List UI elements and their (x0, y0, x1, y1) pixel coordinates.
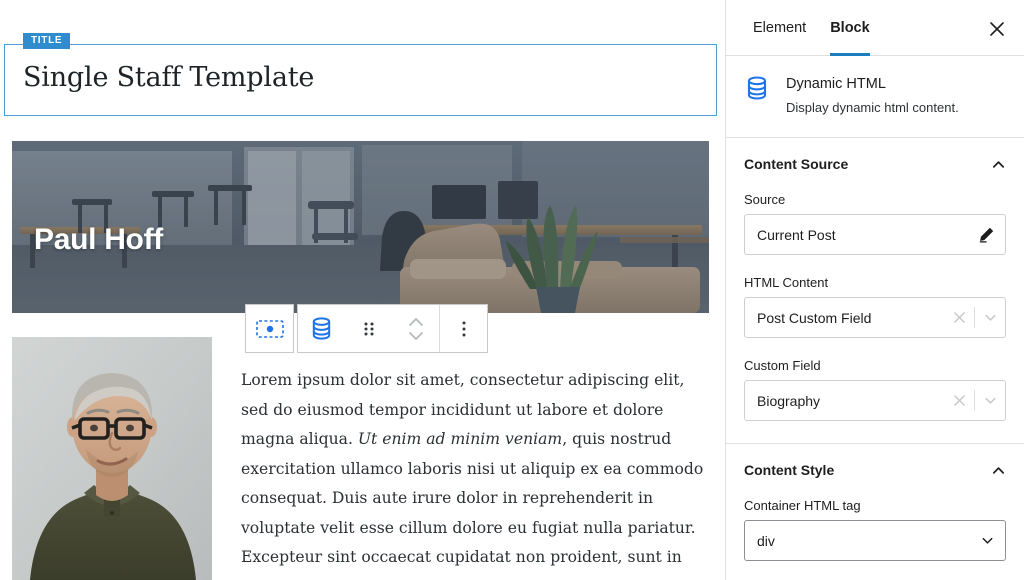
tab-element[interactable]: Element (741, 0, 818, 56)
body-paragraph[interactable]: Lorem ipsum dolor sit amet, consectetur … (241, 366, 713, 580)
toolbar-group-block (297, 304, 488, 353)
close-icon[interactable] (944, 381, 974, 420)
editor-screen: TITLE Single Staff Template Paul Hoff Lo… (0, 0, 1024, 580)
toolbar-group-parent (245, 304, 294, 353)
panel-content-style-body: Container HTML tag div (726, 498, 1024, 580)
container-html-tag-select[interactable]: div (744, 520, 1006, 561)
source-value: Current Post (757, 226, 836, 243)
field-source: Source Current Post (744, 192, 1006, 255)
panel-content-source: Content Source Source Current Post HTML … (726, 138, 1024, 444)
panel-content-source-body: Source Current Post HTML Content Post Cu… (726, 192, 1024, 443)
panel-title: Content Style (744, 462, 835, 478)
chevron-down-icon[interactable] (975, 381, 1005, 420)
body-italic: Ut enim ad minim veniam (357, 430, 563, 448)
editor-canvas: TITLE Single Staff Template Paul Hoff Lo… (0, 0, 725, 580)
field-custom-field: Custom Field Biography (744, 358, 1006, 421)
settings-sidebar: Element Block Dynamic HTML Display dynam… (725, 0, 1024, 580)
field-container-html-tag: Container HTML tag div (744, 498, 1006, 561)
field-custom-field-label: Custom Field (744, 358, 821, 373)
panel-content-style: Content Style Container HTML tag div (726, 444, 1024, 580)
chevron-up-icon[interactable] (991, 463, 1006, 478)
panel-content-style-header[interactable]: Content Style (726, 444, 1024, 496)
panel-content-source-header[interactable]: Content Source (726, 138, 1024, 190)
dynamic-html-block-icon[interactable] (298, 305, 345, 352)
html-content-combobox[interactable]: Post Custom Field (744, 297, 1006, 338)
tab-block[interactable]: Block (818, 0, 882, 56)
hero-image-block[interactable]: Paul Hoff (12, 141, 709, 313)
field-source-label: Source (744, 192, 786, 207)
custom-field-value: Biography (757, 392, 821, 409)
close-icon[interactable] (944, 298, 974, 337)
title-badge: TITLE (23, 33, 71, 49)
drag-handle-icon[interactable] (345, 305, 392, 352)
database-icon (744, 74, 778, 117)
chevron-up-icon[interactable] (991, 157, 1006, 172)
move-up-down-icon[interactable] (392, 305, 439, 352)
staff-portrait[interactable] (12, 337, 212, 580)
block-description: Display dynamic html content. (786, 100, 959, 115)
container-html-tag-value: div (757, 532, 775, 549)
source-control[interactable]: Current Post (744, 214, 1006, 255)
panel-title: Content Source (744, 156, 849, 172)
block-placeholder-icon[interactable] (246, 305, 293, 352)
sidebar-tabs: Element Block (726, 0, 1024, 56)
hero-staff-name: Paul Hoff (34, 223, 163, 256)
title-block[interactable]: TITLE Single Staff Template (4, 33, 717, 116)
page-title: Single Staff Template (23, 62, 315, 93)
field-html-content: HTML Content Post Custom Field (744, 275, 1006, 338)
field-container-html-tag-label: Container HTML tag (744, 498, 861, 513)
block-info: Dynamic HTML Display dynamic html conten… (726, 56, 1024, 138)
custom-field-combobox[interactable]: Biography (744, 380, 1006, 421)
field-html-content-label: HTML Content (744, 275, 829, 290)
close-icon[interactable] (982, 14, 1012, 44)
staff-portrait-photo (12, 337, 212, 580)
chevron-down-icon[interactable] (975, 298, 1005, 337)
chevron-down-icon[interactable] (980, 533, 995, 548)
block-title: Dynamic HTML (786, 76, 886, 92)
block-info-text: Dynamic HTML Display dynamic html conten… (778, 74, 959, 117)
body-part-2: , quis nostrud exercitation ullamco labo… (241, 430, 704, 580)
block-toolbar (245, 304, 488, 353)
pencil-icon[interactable] (967, 215, 1005, 254)
html-content-value: Post Custom Field (757, 309, 872, 326)
more-options-icon[interactable] (440, 305, 487, 352)
